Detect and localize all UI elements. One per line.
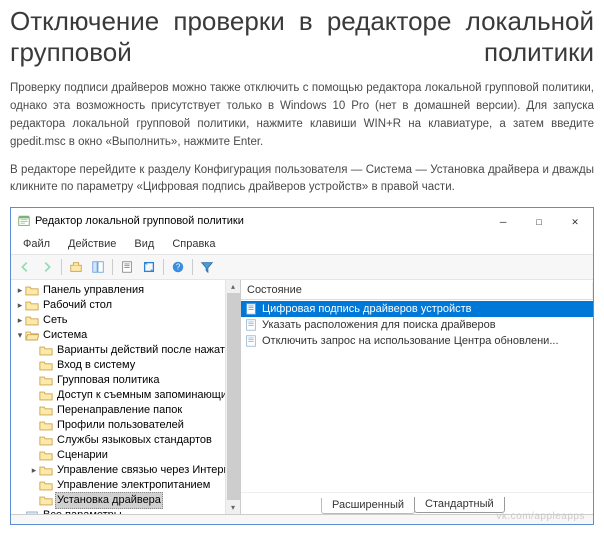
minimize-button[interactable]: — bbox=[485, 208, 521, 234]
list-item[interactable]: Отключить запрос на использование Центра… bbox=[241, 333, 593, 349]
folder-icon bbox=[39, 345, 53, 357]
folder-icon bbox=[39, 495, 53, 507]
help-button[interactable]: ? bbox=[168, 257, 188, 277]
article-paragraph-2: В редакторе перейдите к разделу Конфигур… bbox=[10, 162, 594, 198]
folder-icon bbox=[25, 285, 39, 297]
menu-action[interactable]: Действие bbox=[60, 236, 124, 252]
tree-item[interactable]: Система bbox=[41, 328, 89, 343]
folder-icon bbox=[39, 360, 53, 372]
folder-icon bbox=[39, 420, 53, 432]
menu-help[interactable]: Справка bbox=[164, 236, 223, 252]
expand-icon[interactable]: ▸ bbox=[15, 298, 25, 313]
vertical-scrollbar[interactable]: ▴ ▾ bbox=[225, 280, 240, 514]
menu-file[interactable]: Файл bbox=[15, 236, 58, 252]
tree-item[interactable]: Рабочий стол bbox=[41, 298, 114, 313]
tree-item[interactable]: Сеть bbox=[41, 313, 69, 328]
list-item-label: Цифровая подпись драйверов устройств bbox=[262, 303, 472, 315]
article-paragraph-1: Проверку подписи драйверов можно также о… bbox=[10, 80, 594, 151]
tab-extended[interactable]: Расширенный bbox=[321, 498, 415, 514]
tree-item[interactable]: Все параметры bbox=[41, 508, 124, 514]
tree-item[interactable]: Управление связью через Интерн bbox=[55, 463, 232, 478]
menubar: Файл Действие Вид Справка bbox=[11, 234, 593, 254]
list-item-selected[interactable]: Цифровая подпись драйверов устройств bbox=[241, 301, 593, 317]
tab-standard[interactable]: Стандартный bbox=[414, 497, 505, 513]
tree-item[interactable]: Управление электропитанием bbox=[55, 478, 212, 493]
tree-item[interactable]: Сценарии bbox=[55, 448, 110, 463]
policy-icon bbox=[244, 302, 258, 316]
expand-icon[interactable]: ▸ bbox=[15, 283, 25, 298]
tree-item-selected[interactable]: Установка драйвера bbox=[55, 492, 163, 509]
svg-text:?: ? bbox=[176, 263, 181, 272]
details-panel: Состояние Цифровая подпись драйверов уст… bbox=[241, 280, 593, 514]
watermark: vk.com/appleapps bbox=[496, 511, 585, 522]
folder-icon bbox=[25, 315, 39, 327]
scroll-up-icon[interactable]: ▴ bbox=[226, 280, 240, 293]
folder-icon bbox=[39, 480, 53, 492]
folder-icon bbox=[39, 435, 53, 447]
gpedit-window: Редактор локальной групповой политики — … bbox=[10, 207, 594, 525]
list-item[interactable]: Указать расположения для поиска драйверо… bbox=[241, 317, 593, 333]
folder-open-icon bbox=[25, 330, 39, 342]
tree-item[interactable]: Службы языковых стандартов bbox=[55, 433, 214, 448]
forward-button[interactable] bbox=[37, 257, 57, 277]
properties-button[interactable] bbox=[117, 257, 137, 277]
tree-item[interactable]: Вход в систему bbox=[55, 358, 137, 373]
folder-icon bbox=[39, 405, 53, 417]
policy-icon bbox=[244, 318, 258, 332]
settings-icon bbox=[25, 510, 39, 515]
scroll-down-icon[interactable]: ▾ bbox=[226, 500, 240, 514]
menu-view[interactable]: Вид bbox=[126, 236, 162, 252]
back-button[interactable] bbox=[15, 257, 35, 277]
folder-icon bbox=[25, 300, 39, 312]
folder-icon bbox=[39, 465, 53, 477]
tree-item[interactable]: Панель управления bbox=[41, 283, 146, 298]
tree-item[interactable]: Доступ к съемным запоминающи bbox=[55, 388, 229, 403]
show-hide-tree-button[interactable] bbox=[88, 257, 108, 277]
maximize-button[interactable]: ☐ bbox=[521, 208, 557, 234]
folder-icon bbox=[39, 375, 53, 387]
refresh-button[interactable] bbox=[139, 257, 159, 277]
tree-item[interactable]: Профили пользователей bbox=[55, 418, 186, 433]
collapse-icon[interactable]: ▾ bbox=[15, 328, 25, 343]
expand-icon[interactable]: ▸ bbox=[29, 463, 39, 478]
toolbar: ? bbox=[11, 254, 593, 280]
list-item-label: Указать расположения для поиска драйверо… bbox=[262, 319, 496, 331]
tree-item[interactable]: Варианты действий после нажати bbox=[55, 343, 233, 358]
tree-item[interactable]: Групповая политика bbox=[55, 373, 161, 388]
window-title: Редактор локальной групповой политики bbox=[35, 215, 485, 227]
column-header-state[interactable]: Состояние bbox=[241, 282, 593, 298]
expand-icon[interactable]: ▸ bbox=[15, 313, 25, 328]
article-heading: Отключение проверки в редакторе локально… bbox=[10, 6, 594, 68]
folder-icon bbox=[39, 390, 53, 402]
up-button[interactable] bbox=[66, 257, 86, 277]
list-item-label: Отключить запрос на использование Центра… bbox=[262, 335, 559, 347]
filter-button[interactable] bbox=[197, 257, 217, 277]
tree-item[interactable]: Перенаправление папок bbox=[55, 403, 184, 418]
scroll-thumb[interactable] bbox=[227, 293, 240, 500]
policy-icon bbox=[244, 334, 258, 348]
close-button[interactable]: ✕ bbox=[557, 208, 593, 234]
folder-icon bbox=[39, 450, 53, 462]
app-icon bbox=[17, 214, 31, 228]
titlebar[interactable]: Редактор локальной групповой политики — … bbox=[11, 208, 593, 234]
tree-panel[interactable]: ▸ Панель управления ▸ Рабочий стол ▸ Сеть ▾… bbox=[11, 280, 241, 514]
